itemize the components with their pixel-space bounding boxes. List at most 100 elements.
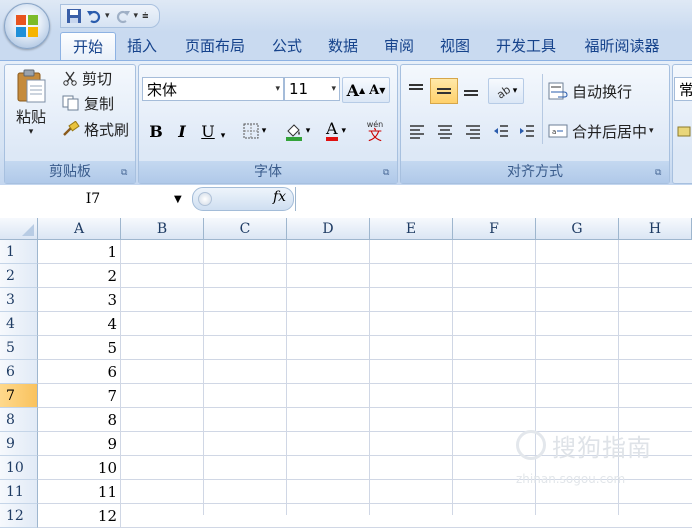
- column-header-f[interactable]: F: [453, 218, 536, 240]
- clipboard-group-label: 剪贴板: [5, 161, 135, 183]
- formula-input[interactable]: [296, 187, 692, 211]
- align-right-button[interactable]: [460, 119, 486, 143]
- underline-button[interactable]: U: [198, 119, 218, 143]
- font-group-label: 字体: [139, 161, 397, 183]
- column-header-c[interactable]: C: [204, 218, 287, 240]
- tab-view[interactable]: 视图: [434, 32, 476, 60]
- underline-dropdown-icon[interactable]: ▾: [218, 124, 228, 148]
- alignment-launcher-icon[interactable]: ⧉: [655, 168, 665, 178]
- customize-qat-icon[interactable]: ⩧: [142, 9, 148, 23]
- borders-button[interactable]: ▾: [236, 119, 272, 143]
- align-middle-button[interactable]: [430, 78, 458, 104]
- font-color-button[interactable]: A ▾: [318, 119, 354, 143]
- format-painter-icon: [63, 121, 80, 136]
- alignment-divider: [542, 74, 543, 144]
- cell-a[interactable]: 4: [38, 312, 121, 336]
- row-header[interactable]: 8: [0, 408, 38, 432]
- decrease-indent-icon: [494, 125, 508, 137]
- column-header-h[interactable]: H: [619, 218, 692, 240]
- tab-insert[interactable]: 插入: [122, 32, 162, 60]
- cut-button[interactable]: 剪切: [62, 67, 112, 89]
- row-header[interactable]: 9: [0, 432, 38, 456]
- row-header[interactable]: 1: [0, 240, 38, 264]
- cell-a[interactable]: 1: [38, 240, 121, 264]
- column-header-g[interactable]: G: [536, 218, 619, 240]
- gridline: [38, 335, 692, 336]
- gridline: [452, 240, 453, 515]
- tab-data[interactable]: 数据: [322, 32, 364, 60]
- increase-font-button[interactable]: A: [347, 81, 359, 100]
- cell-a[interactable]: 11: [38, 480, 121, 504]
- redo-icon[interactable]: [114, 7, 132, 25]
- column-header-d[interactable]: D: [287, 218, 370, 240]
- orientation-button[interactable]: ab ▾: [488, 78, 524, 104]
- save-icon[interactable]: [65, 7, 83, 25]
- tab-formulas[interactable]: 公式: [266, 32, 308, 60]
- font-name-select[interactable]: 宋体 ▾: [142, 77, 284, 101]
- cell-a[interactable]: 10: [38, 456, 121, 480]
- quick-access-toolbar: ▾ ▾ ⩧: [60, 4, 160, 28]
- fill-color-button[interactable]: ▾: [278, 119, 316, 143]
- tab-developer[interactable]: 开发工具: [490, 32, 562, 60]
- wrap-text-icon: [548, 82, 568, 100]
- paste-button[interactable]: 粘贴 ▾: [10, 68, 52, 148]
- row-header[interactable]: 4: [0, 312, 38, 336]
- undo-dropdown-icon[interactable]: ▾: [105, 11, 110, 21]
- column-header-a[interactable]: A: [38, 218, 121, 240]
- cell-a[interactable]: 5: [38, 336, 121, 360]
- italic-button[interactable]: I: [172, 119, 192, 143]
- name-box[interactable]: I7: [0, 187, 186, 211]
- phonetic-button[interactable]: wén 文: [356, 119, 394, 143]
- row-header[interactable]: 6: [0, 360, 38, 384]
- column-header-b[interactable]: B: [121, 218, 204, 240]
- align-left-button[interactable]: [404, 119, 430, 143]
- cell-a[interactable]: 6: [38, 360, 121, 384]
- watermark-text: 搜狗指南: [552, 434, 652, 462]
- row-header[interactable]: 11: [0, 480, 38, 504]
- tab-page-layout[interactable]: 页面布局: [178, 32, 252, 60]
- row-header[interactable]: 5: [0, 336, 38, 360]
- merge-center-button[interactable]: a 合并后居中 ▾: [548, 120, 654, 142]
- cell-a[interactable]: 8: [38, 408, 121, 432]
- cell-a[interactable]: 7: [38, 384, 121, 408]
- clipboard-launcher-icon[interactable]: ⧉: [121, 168, 131, 178]
- paste-dropdown-icon: ▾: [28, 127, 34, 137]
- insert-function-button[interactable]: fx: [273, 189, 286, 205]
- increase-indent-button[interactable]: [514, 119, 540, 143]
- align-bottom-button[interactable]: [458, 78, 484, 102]
- cell-a[interactable]: 9: [38, 432, 121, 456]
- row-header[interactable]: 10: [0, 456, 38, 480]
- row-header[interactable]: 2: [0, 264, 38, 288]
- gridline: [203, 240, 204, 515]
- font-launcher-icon[interactable]: ⧉: [383, 168, 393, 178]
- office-button[interactable]: [4, 3, 50, 49]
- cell-a[interactable]: 2: [38, 264, 121, 288]
- row-header[interactable]: 12: [0, 504, 38, 528]
- tab-foxit-reader[interactable]: 福昕阅读器: [578, 32, 666, 60]
- font-size-select[interactable]: 11 ▾: [284, 77, 340, 101]
- accounting-format-icon[interactable]: [676, 119, 692, 143]
- gridline: [38, 503, 692, 504]
- tab-review[interactable]: 审阅: [378, 32, 420, 60]
- bold-button[interactable]: B: [146, 119, 166, 143]
- wrap-text-button[interactable]: 自动换行: [548, 80, 632, 102]
- row-header[interactable]: 7: [0, 384, 38, 408]
- column-header-e[interactable]: E: [370, 218, 453, 240]
- align-top-button[interactable]: [404, 78, 428, 102]
- chevron-down-icon[interactable]: ▼: [174, 194, 182, 205]
- row-header[interactable]: 3: [0, 288, 38, 312]
- decrease-font-button[interactable]: A: [369, 83, 379, 98]
- tab-home[interactable]: 开始: [60, 32, 116, 61]
- number-format-select[interactable]: 常: [674, 77, 692, 101]
- decrease-indent-button[interactable]: [488, 119, 514, 143]
- undo-icon[interactable]: [85, 7, 103, 25]
- cancel-entry-icon[interactable]: [198, 192, 212, 206]
- align-center-button[interactable]: [432, 119, 458, 143]
- copy-button[interactable]: 复制: [62, 92, 114, 114]
- font-size-value: 11: [289, 80, 309, 98]
- gridline: [38, 311, 692, 312]
- format-painter-button[interactable]: 格式刷: [62, 118, 129, 140]
- redo-dropdown-icon[interactable]: ▾: [134, 11, 139, 21]
- cell-a[interactable]: 12: [38, 504, 121, 528]
- cell-a[interactable]: 3: [38, 288, 121, 312]
